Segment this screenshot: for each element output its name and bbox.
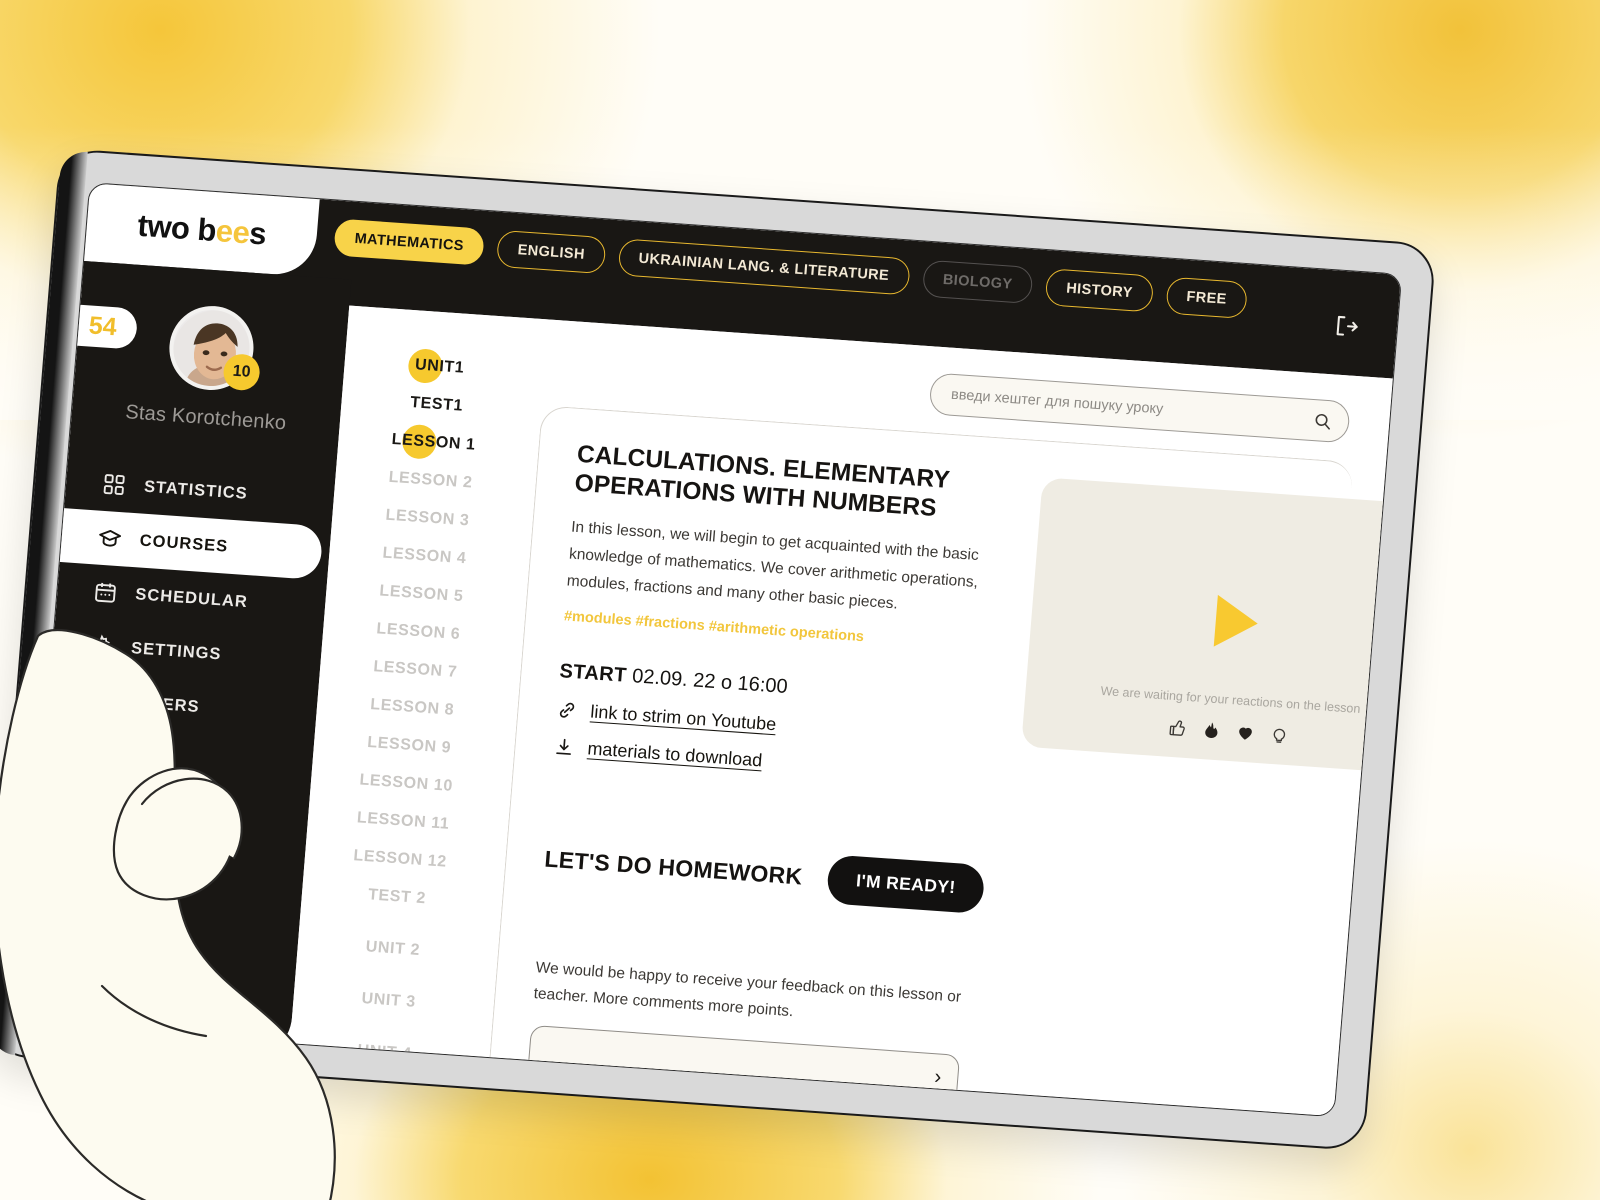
- fire-icon[interactable]: [1201, 720, 1221, 740]
- lesson-list-item-label: LESSON 3: [384, 506, 471, 530]
- youtube-stream-link[interactable]: link to strim on Youtube: [590, 702, 777, 736]
- question-mark-icon: ?: [84, 741, 101, 766]
- start-value: 02.09. 22 o 16:00: [631, 665, 789, 699]
- sidebar-item-label: COURSES: [139, 531, 229, 556]
- lesson-list-item-label: TEST 2: [367, 886, 427, 908]
- lesson-list-item-label: LESSON 6: [375, 620, 461, 644]
- thumbs-up-icon[interactable]: [1167, 718, 1187, 738]
- lesson-list-item-label: UNIT 2: [365, 938, 421, 959]
- feedback-prompt: We would be happy to receive your feedba…: [533, 959, 962, 1021]
- user-name: Stas Korotchenko: [124, 401, 288, 435]
- main-content: CALCULATIONS. ELEMENTARY OPERATIONS WITH…: [479, 318, 1403, 1118]
- lesson-card: CALCULATIONS. ELEMENTARY OPERATIONS WITH…: [485, 405, 1403, 1118]
- lesson-description: In this lesson, we will begin to get acq…: [566, 518, 980, 613]
- search-input[interactable]: [929, 373, 1350, 443]
- im-ready-button[interactable]: I'M READY!: [826, 854, 986, 915]
- materials-download-link[interactable]: materials to download: [587, 739, 763, 772]
- lesson-list-item[interactable]: UNIT 3: [292, 975, 485, 1026]
- start-label: START: [558, 660, 628, 688]
- lesson-list-item-label: LESSON 2: [388, 468, 474, 492]
- gear-icon: [88, 633, 114, 659]
- logout-icon[interactable]: [1332, 312, 1360, 338]
- tablet-screen: two bees MATHEMATICS ENGLISH UKRAINIAN L…: [21, 182, 1403, 1118]
- lesson-list-item-label: UNIT 3: [360, 990, 417, 1011]
- tablet-stage: two bees MATHEMATICS ENGLISH UKRAINIAN L…: [0, 0, 1600, 1200]
- lightbulb-icon[interactable]: [1269, 725, 1289, 745]
- lesson-list-item-label: LESSON 7: [372, 658, 458, 681]
- download-icon: [553, 736, 576, 758]
- lesson-list-item-label: LESSON 4: [381, 544, 468, 568]
- calendar-icon: [93, 579, 119, 605]
- avatar-wrapper[interactable]: 10: [166, 303, 262, 393]
- search-icon[interactable]: [1312, 411, 1332, 431]
- lesson-list-item-label: LESSON 10: [358, 771, 454, 795]
- grid-icon: [101, 472, 127, 498]
- search-box[interactable]: [928, 372, 1351, 444]
- user-profile: 54 10 Stas Korotchenko: [71, 261, 351, 439]
- tab-free[interactable]: FREE: [1165, 276, 1249, 320]
- lesson-list-item-label: LESSON 9: [366, 733, 452, 757]
- points-badge: 54: [71, 304, 139, 350]
- lesson-list-item-label: LESSON 5: [378, 582, 464, 606]
- sidebar-item-label: STATISTICS: [143, 477, 249, 503]
- lesson-list-item-label: UNIT1: [414, 356, 465, 377]
- sidebar-item-label: OFFERS: [126, 692, 201, 716]
- sidebar-item-label: SETTINGS: [130, 638, 223, 663]
- sidebar-item-label: SCHEDULAR: [134, 584, 249, 611]
- lesson-title: CALCULATIONS. ELEMENTARY OPERATIONS WITH…: [573, 440, 951, 522]
- lesson-details-column: CALCULATIONS. ELEMENTARY OPERATIONS WITH…: [525, 440, 1017, 1118]
- lesson-list-item-label: LESSON 11: [356, 809, 450, 833]
- tab-ukrainian-lang-literature[interactable]: UKRAINIAN LANG. & LITERATURE: [617, 238, 911, 296]
- graduation-cap-icon: [97, 526, 123, 552]
- lesson-list-item-label: LESSON 1: [391, 430, 477, 454]
- tablet-device: two bees MATHEMATICS ENGLISH UKRAINIAN L…: [0, 148, 1437, 1152]
- brand-logo-text: two bees: [136, 207, 268, 252]
- tab-english[interactable]: ENGLISH: [496, 229, 607, 275]
- link-icon: [556, 699, 579, 721]
- sidebar-menu: STATISTICS COURSES SCHEDULAR SETTINGS OF…: [21, 454, 335, 796]
- homework-title: LET'S DO HOMEWORK: [543, 845, 804, 890]
- lesson-list-item[interactable]: UNIT 2: [297, 924, 490, 975]
- play-icon[interactable]: [1213, 594, 1260, 650]
- video-player[interactable]: We are waiting for your reactions on the…: [1021, 477, 1403, 776]
- tag-icon: [84, 687, 110, 713]
- lesson-list-item-label: TEST1: [409, 394, 464, 415]
- tab-mathematics[interactable]: MATHEMATICS: [333, 218, 486, 266]
- lesson-list-item-label: LESSON 8: [369, 696, 455, 719]
- heart-icon[interactable]: [1235, 722, 1255, 742]
- sidebar-item-label: HELP: [121, 746, 172, 768]
- tab-biology[interactable]: BIOLOGY: [921, 259, 1034, 305]
- lesson-list-item-label: LESSON 12: [352, 847, 448, 871]
- player-column: We are waiting for your reactions on the…: [990, 473, 1403, 1117]
- homework-row: LET'S DO HOMEWORK I'M READY!: [543, 835, 986, 915]
- tab-history[interactable]: HISTORY: [1044, 268, 1155, 313]
